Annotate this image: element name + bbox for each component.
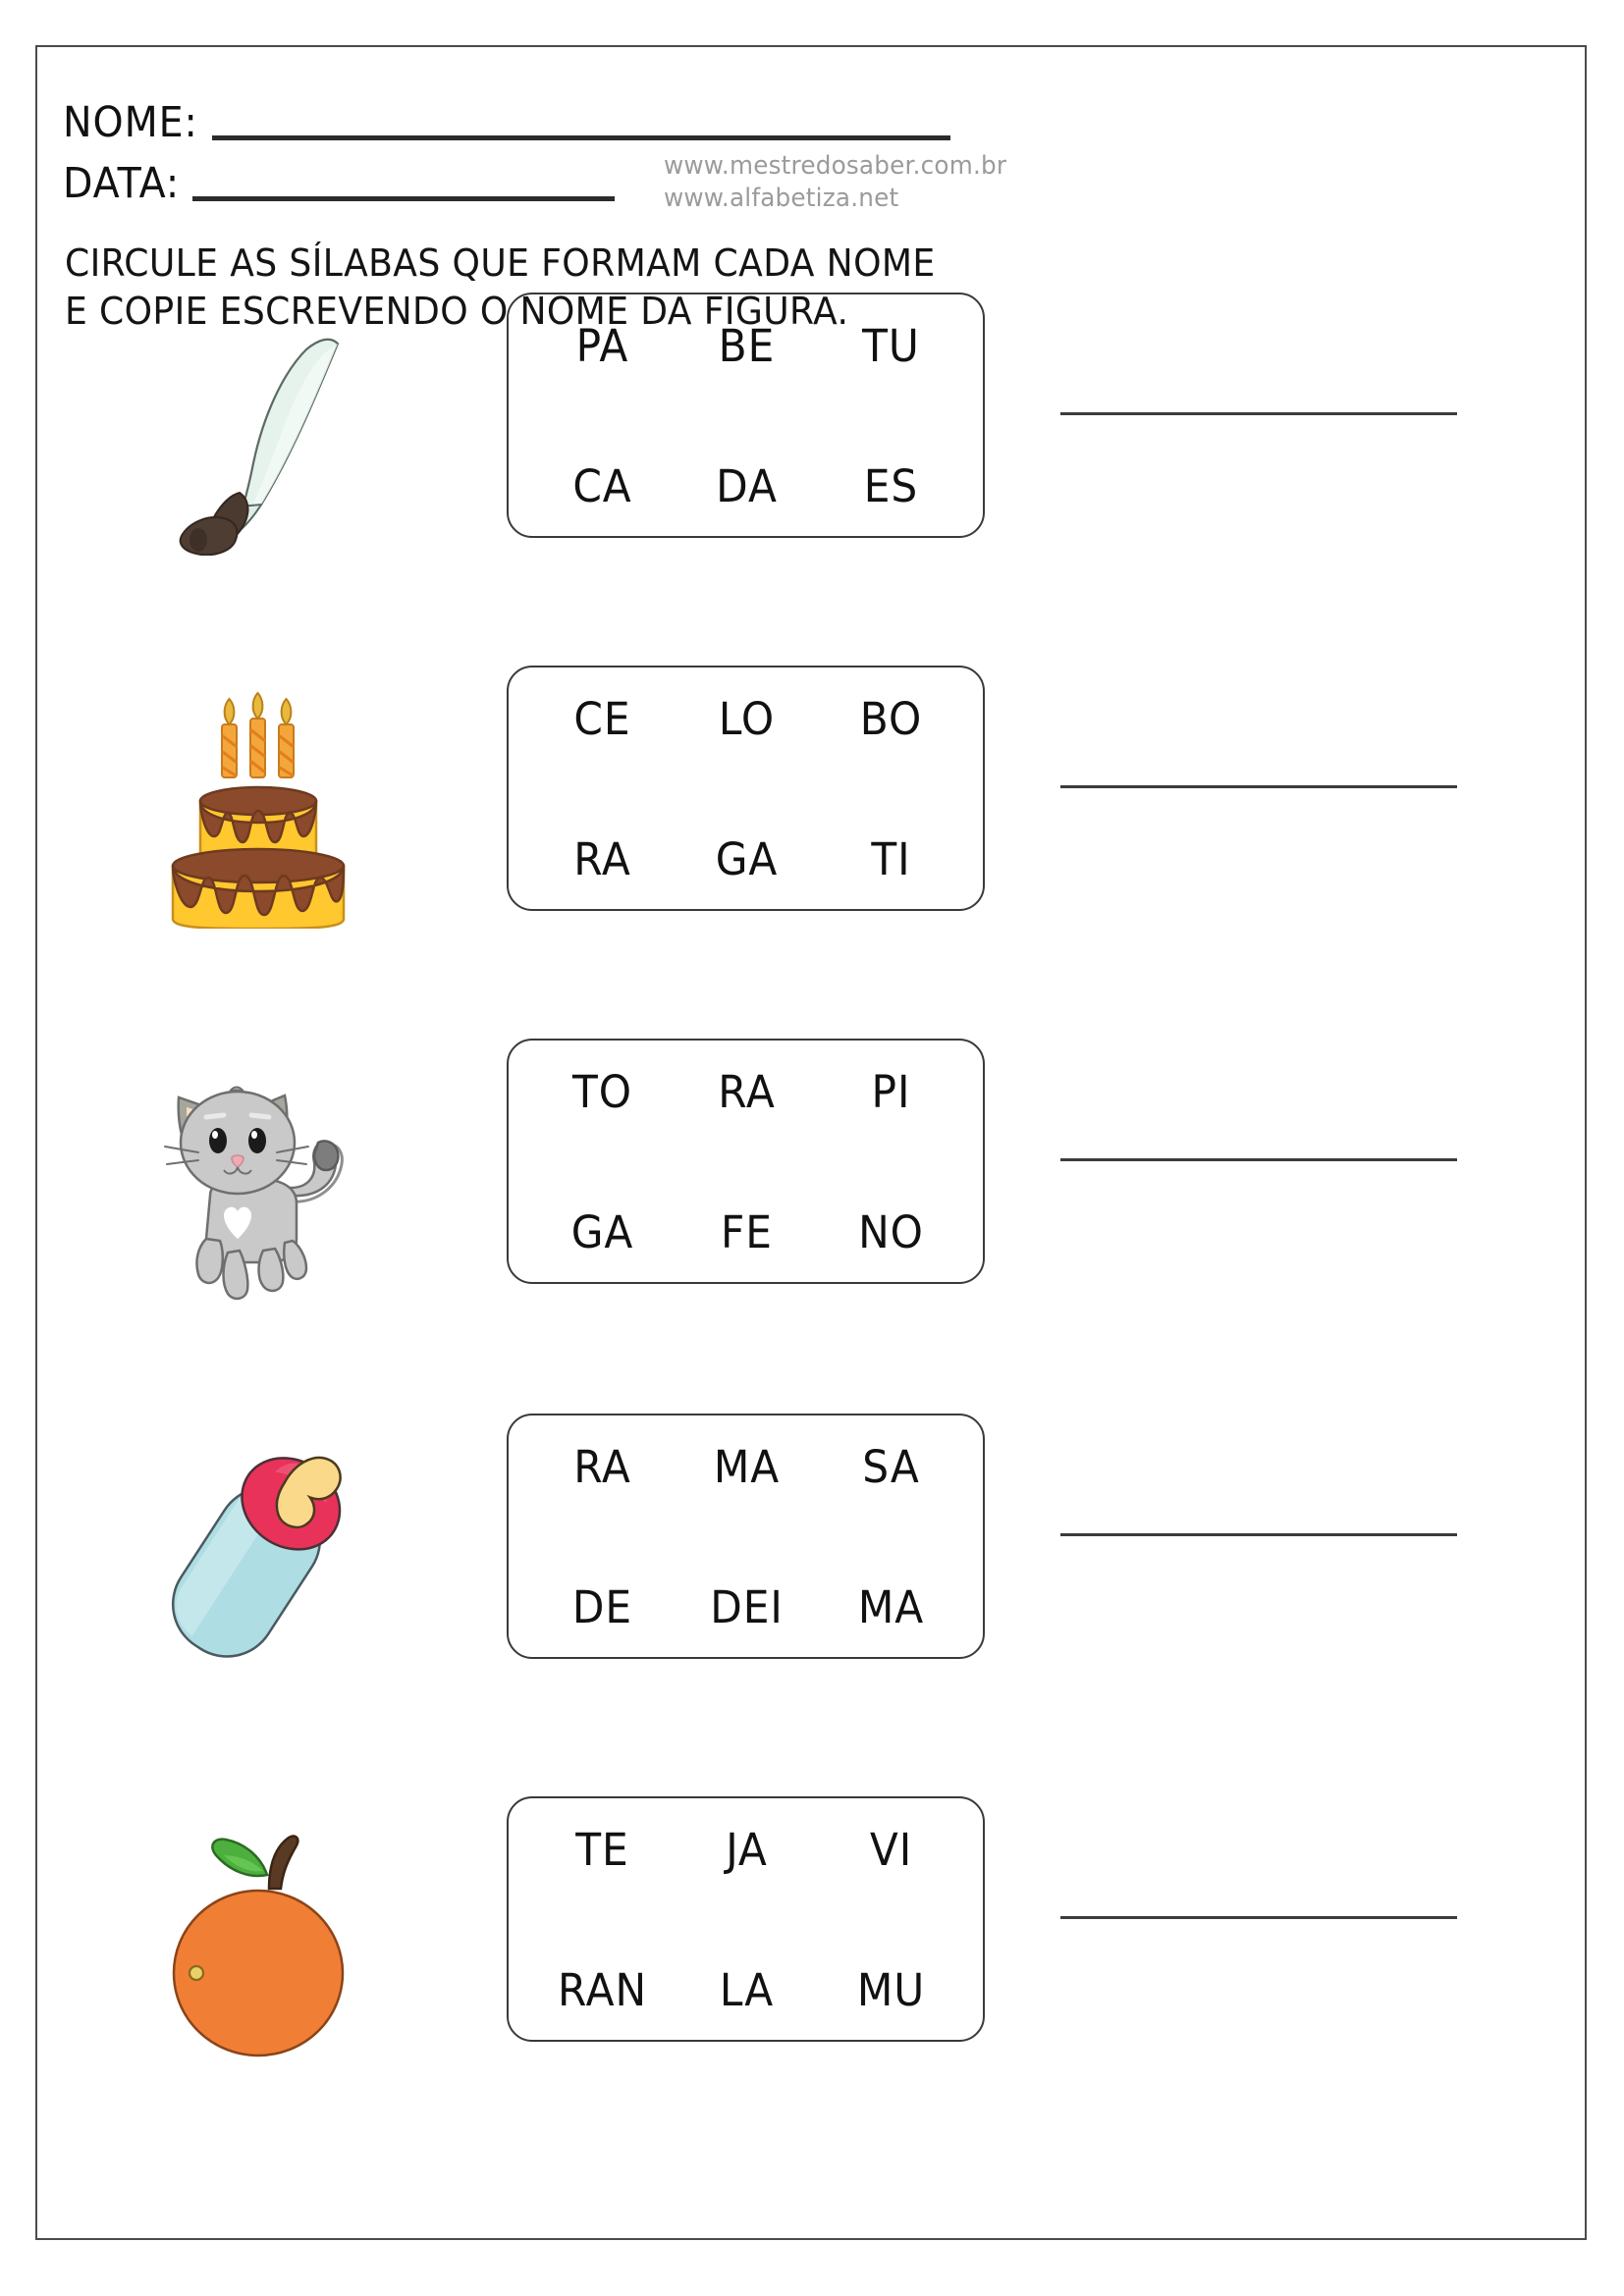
sword-icon (145, 310, 371, 556)
syllable-option[interactable]: RA (534, 789, 670, 885)
syllable-option[interactable]: BE (678, 320, 814, 416)
syllable-option[interactable]: RAN (534, 1920, 670, 2016)
syllable-option[interactable]: LO (678, 693, 814, 789)
exercise-row: RA MA SA DE DEI MA (37, 1414, 1585, 1747)
syllable-option[interactable]: TI (823, 789, 958, 885)
syllable-option[interactable]: DA (678, 416, 814, 512)
syllable-option[interactable]: CE (534, 693, 670, 789)
syllable-option[interactable]: JA (678, 1824, 814, 1920)
exercise-row: TO RA PI GA FE NO (37, 1039, 1585, 1372)
answer-write-line[interactable] (1060, 785, 1457, 788)
syllable-option[interactable]: LA (678, 1920, 814, 2016)
syllable-option[interactable]: VI (823, 1824, 958, 1920)
syllable-option[interactable]: MA (823, 1537, 958, 1633)
nome-field-row: NOME: (63, 102, 950, 144)
nome-label: NOME: (63, 98, 198, 147)
syllable-option[interactable]: DEI (678, 1537, 814, 1633)
syllable-option[interactable]: SA (823, 1441, 958, 1537)
syllable-option[interactable]: ES (823, 416, 958, 512)
answer-write-line[interactable] (1060, 1158, 1457, 1161)
syllable-option[interactable]: TO (534, 1066, 670, 1162)
answer-write-line[interactable] (1060, 1916, 1457, 1919)
syllable-option[interactable]: DE (534, 1537, 670, 1633)
cat-icon (145, 1056, 371, 1302)
syllable-option[interactable]: FE (678, 1162, 814, 1258)
syllable-box[interactable]: CE LO BO RA GA TI (507, 666, 985, 911)
nome-write-line[interactable] (211, 135, 950, 140)
answer-write-line[interactable] (1060, 412, 1457, 415)
answer-write-line[interactable] (1060, 1533, 1457, 1536)
data-write-line[interactable] (191, 196, 615, 201)
syllable-box[interactable]: TE JA VI RAN LA MU (507, 1796, 985, 2042)
syllable-option[interactable]: RA (678, 1066, 814, 1162)
exercise-row: CE LO BO RA GA TI (37, 666, 1585, 999)
syllable-option[interactable]: MA (678, 1441, 814, 1537)
syllable-box[interactable]: PA BE TU CA DA ES (507, 293, 985, 538)
syllable-option[interactable]: GA (678, 789, 814, 885)
website-line-2: www.alfabetiza.net (664, 184, 899, 214)
baby-bottle-icon (145, 1431, 371, 1677)
syllable-option[interactable]: RA (534, 1441, 670, 1537)
data-label: DATA: (63, 159, 181, 208)
exercise-row: PA BE TU CA DA ES (37, 293, 1585, 626)
data-field-row: DATA: (63, 163, 615, 205)
syllable-box[interactable]: RA MA SA DE DEI MA (507, 1414, 985, 1659)
syllable-option[interactable]: BO (823, 693, 958, 789)
website-credits: www.mestredosaber.com.br www.alfabetiza.… (664, 150, 1006, 216)
syllable-option[interactable]: MU (823, 1920, 958, 2016)
exercise-row: TE JA VI RAN LA MU (37, 1796, 1585, 2130)
syllable-option[interactable]: NO (823, 1162, 958, 1258)
syllable-option[interactable]: CA (534, 416, 670, 512)
orange-icon (145, 1814, 371, 2059)
syllable-option[interactable]: PI (823, 1066, 958, 1162)
syllable-option[interactable]: TU (823, 320, 958, 416)
syllable-option[interactable]: PA (534, 320, 670, 416)
syllable-option[interactable]: TE (534, 1824, 670, 1920)
syllable-box[interactable]: TO RA PI GA FE NO (507, 1039, 985, 1284)
website-line-1: www.mestredosaber.com.br (664, 151, 1007, 181)
syllable-option[interactable]: GA (534, 1162, 670, 1258)
cake-icon (145, 683, 371, 929)
worksheet-page: NOME: DATA: www.mestredosaber.com.br www… (35, 45, 1587, 2240)
